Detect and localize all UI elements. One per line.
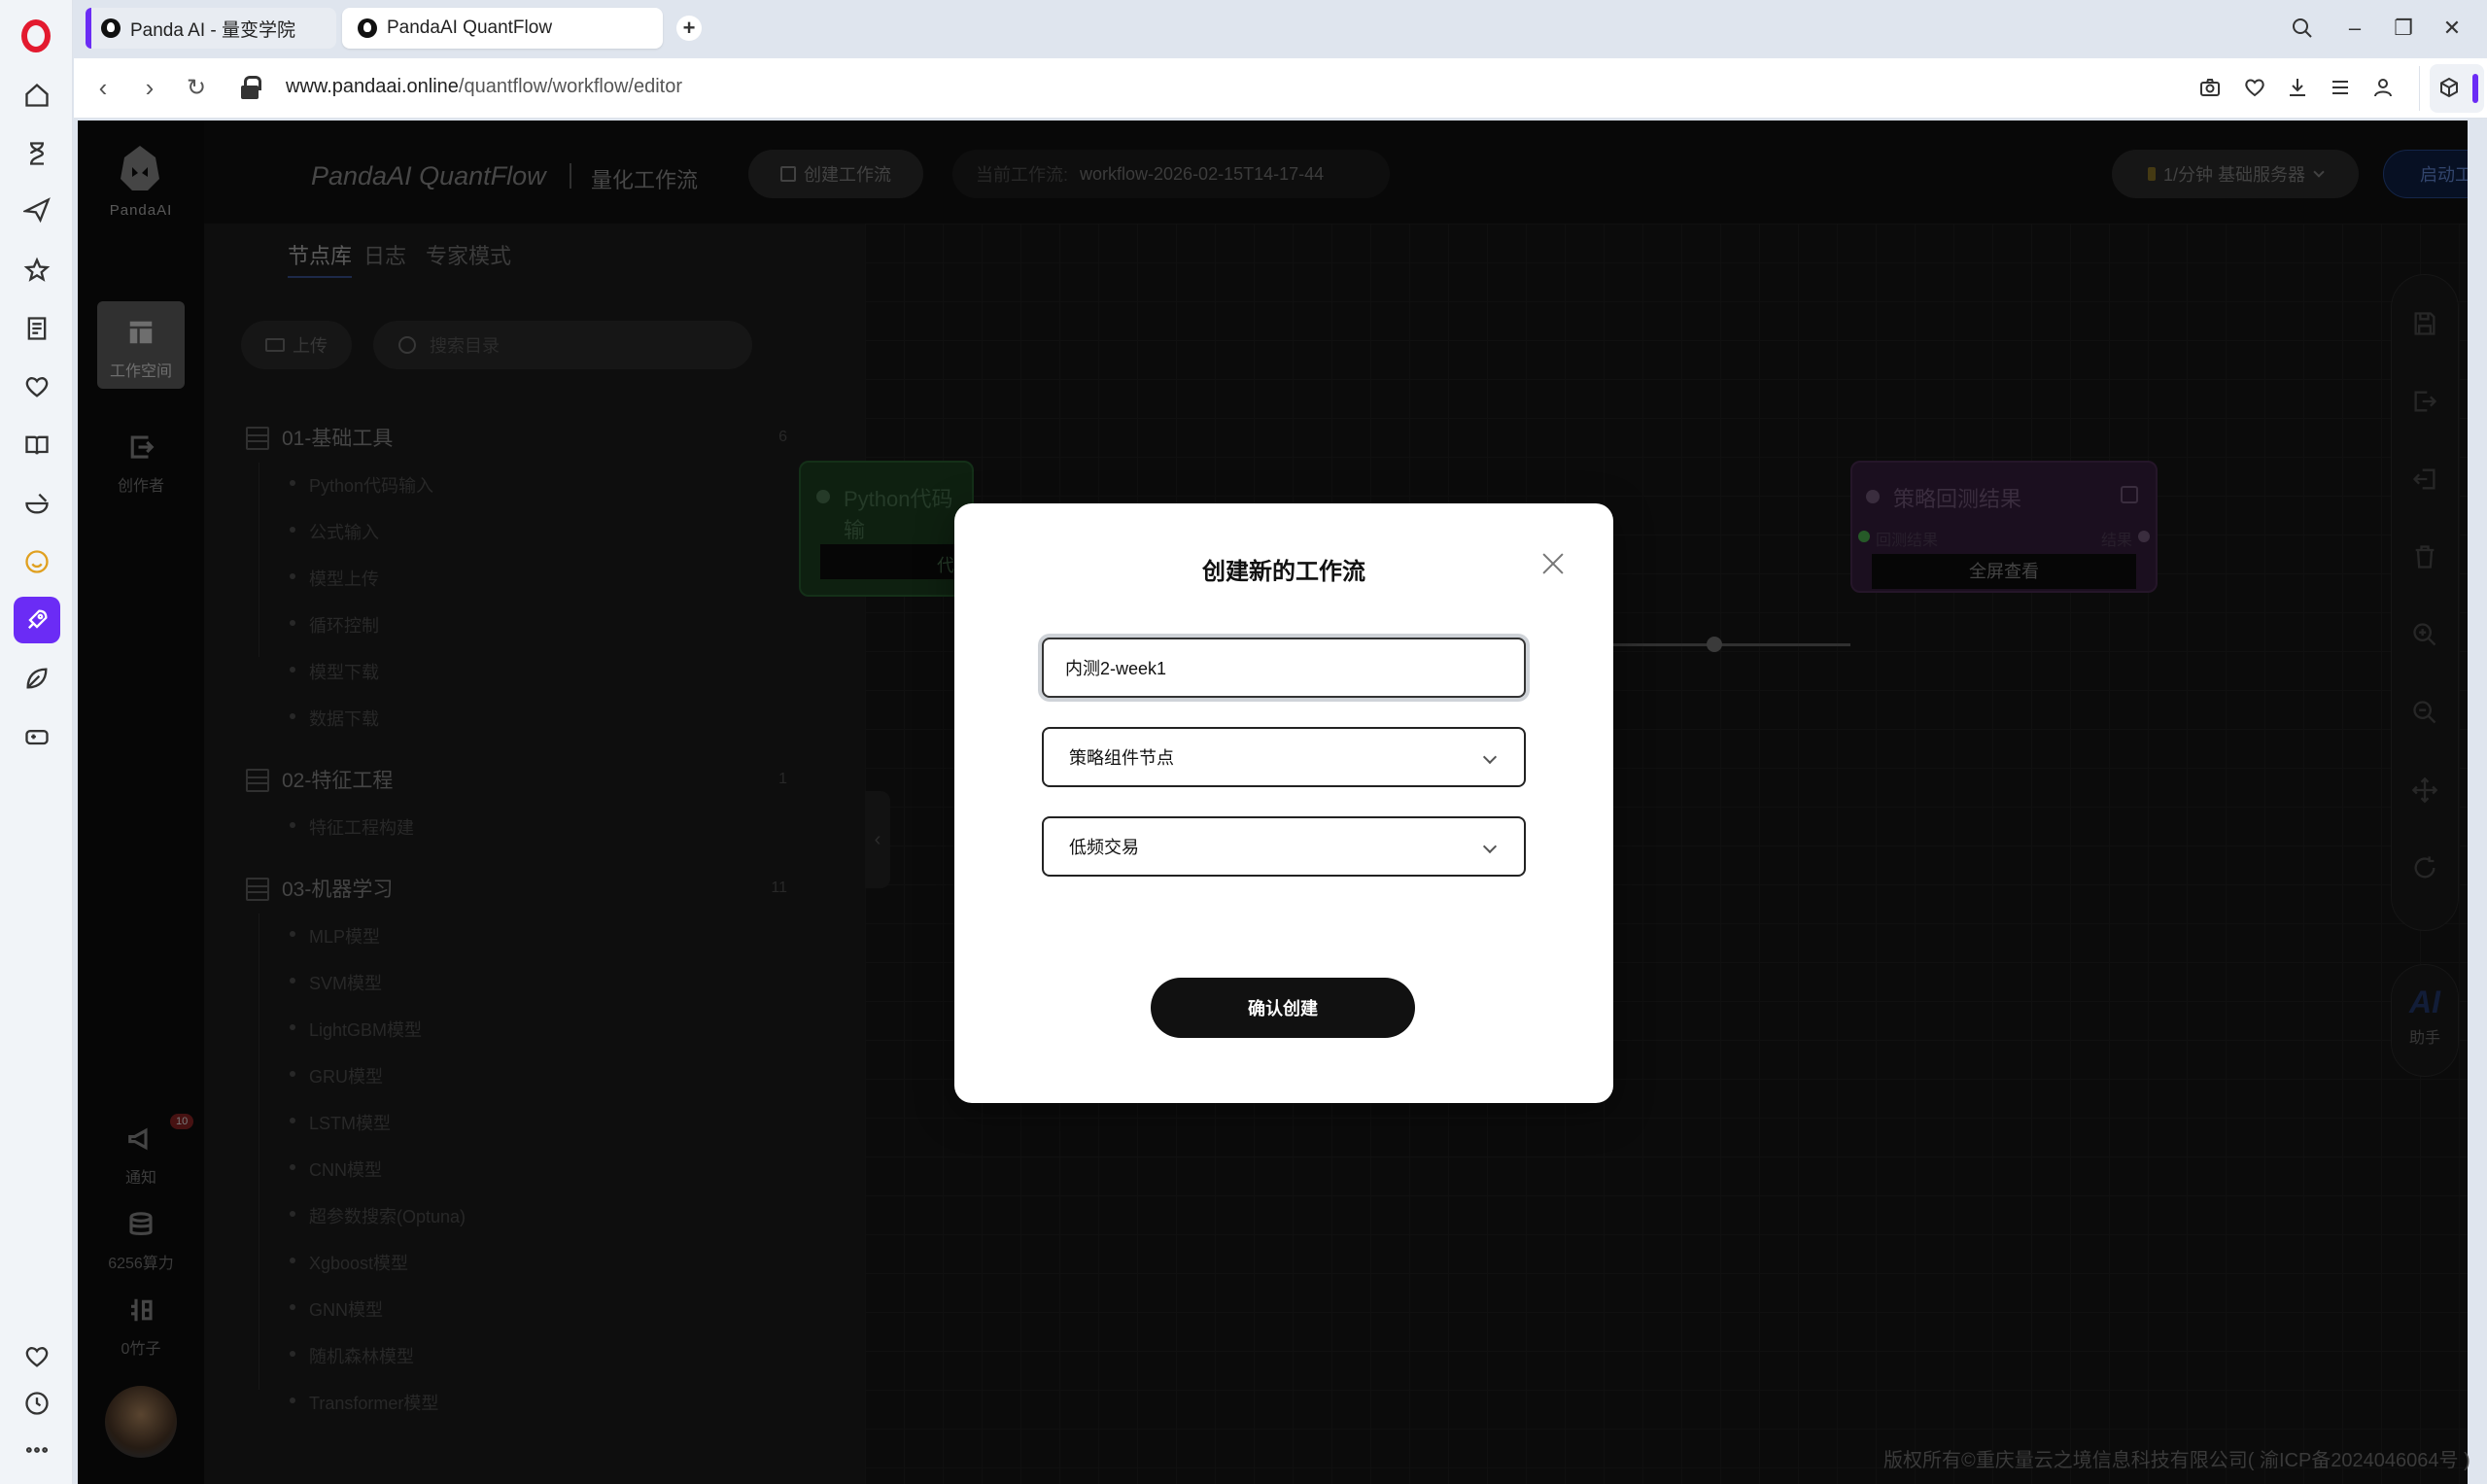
- address-bar: ‹ › ↻ www.pandaai.online/quantflow/workf…: [74, 58, 2487, 119]
- more-icon[interactable]: [21, 1434, 52, 1466]
- rocket-icon[interactable]: [14, 597, 60, 643]
- star-icon[interactable]: [21, 255, 52, 286]
- camera-icon[interactable]: [2196, 74, 2224, 101]
- trading-frequency-select[interactable]: 低频交易: [1042, 816, 1526, 877]
- tab-bar: Panda AI - 量变学院 PandaAI QuantFlow + – ❐ …: [74, 0, 2487, 58]
- download-icon[interactable]: [2284, 74, 2311, 101]
- easy-setup-icon[interactable]: [2327, 74, 2354, 101]
- lock-icon: [241, 76, 261, 99]
- trading-frequency-value: 低频交易: [1069, 838, 1139, 857]
- browser-search-icon[interactable]: [2288, 14, 2317, 43]
- reload-icon[interactable]: ↻: [181, 72, 212, 103]
- chevron-down-icon: [1482, 749, 1498, 765]
- notes-icon[interactable]: [21, 313, 52, 344]
- leaf-icon[interactable]: [21, 663, 52, 694]
- profile-icon[interactable]: [2369, 74, 2397, 101]
- home-icon[interactable]: [21, 80, 52, 111]
- dialog-title: 创建新的工作流: [1202, 559, 1365, 585]
- panda-favicon-icon: [358, 18, 377, 38]
- extensions-button[interactable]: [2430, 64, 2484, 113]
- plane-icon[interactable]: [21, 194, 52, 225]
- hourglass-icon[interactable]: [21, 138, 52, 169]
- book-icon[interactable]: [21, 430, 52, 461]
- emoji-icon[interactable]: [21, 546, 52, 577]
- history-icon[interactable]: [21, 1388, 52, 1419]
- forward-arrow-icon[interactable]: ›: [134, 72, 165, 103]
- node-type-select[interactable]: 策略组件节点: [1042, 727, 1526, 787]
- browser-sidebar: [0, 0, 73, 1484]
- address-separator: [2419, 66, 2420, 111]
- workflow-name-field[interactable]: [1042, 638, 1526, 698]
- panda-favicon-icon: [101, 18, 121, 38]
- heart-icon[interactable]: [21, 1341, 52, 1372]
- node-type-value: 策略组件节点: [1069, 748, 1174, 768]
- close-window-icon[interactable]: ✕: [2437, 14, 2467, 43]
- confirm-create-button[interactable]: 确认创建: [1151, 978, 1415, 1038]
- url-field[interactable]: www.pandaai.online/quantflow/workflow/ed…: [286, 76, 682, 98]
- tab-label: PandaAI QuantFlow: [387, 17, 553, 38]
- close-icon[interactable]: [1541, 552, 1565, 575]
- workflow-name-input[interactable]: [1065, 657, 1520, 678]
- opera-logo-icon[interactable]: [21, 19, 51, 52]
- cube-icon: [2435, 74, 2463, 101]
- tab-label: Panda AI - 量变学院: [130, 19, 296, 41]
- minimize-icon[interactable]: –: [2340, 14, 2369, 43]
- tab-quantflow[interactable]: PandaAI QuantFlow: [342, 8, 663, 49]
- bookmark-heart-icon[interactable]: [2241, 74, 2268, 101]
- bowl-icon[interactable]: [21, 488, 52, 519]
- chevron-down-icon: [1482, 839, 1498, 854]
- create-workflow-dialog: 创建新的工作流 策略组件节点 低频交易 确认创建: [954, 503, 1613, 1103]
- back-arrow-icon[interactable]: ‹: [87, 72, 119, 103]
- restore-icon[interactable]: ❐: [2389, 14, 2418, 43]
- heart-pulse-icon[interactable]: [21, 371, 52, 402]
- gamepad-icon[interactable]: [21, 721, 52, 752]
- tab-pandaai-academy[interactable]: Panda AI - 量变学院: [86, 8, 336, 49]
- new-tab-plus-icon[interactable]: +: [676, 16, 702, 41]
